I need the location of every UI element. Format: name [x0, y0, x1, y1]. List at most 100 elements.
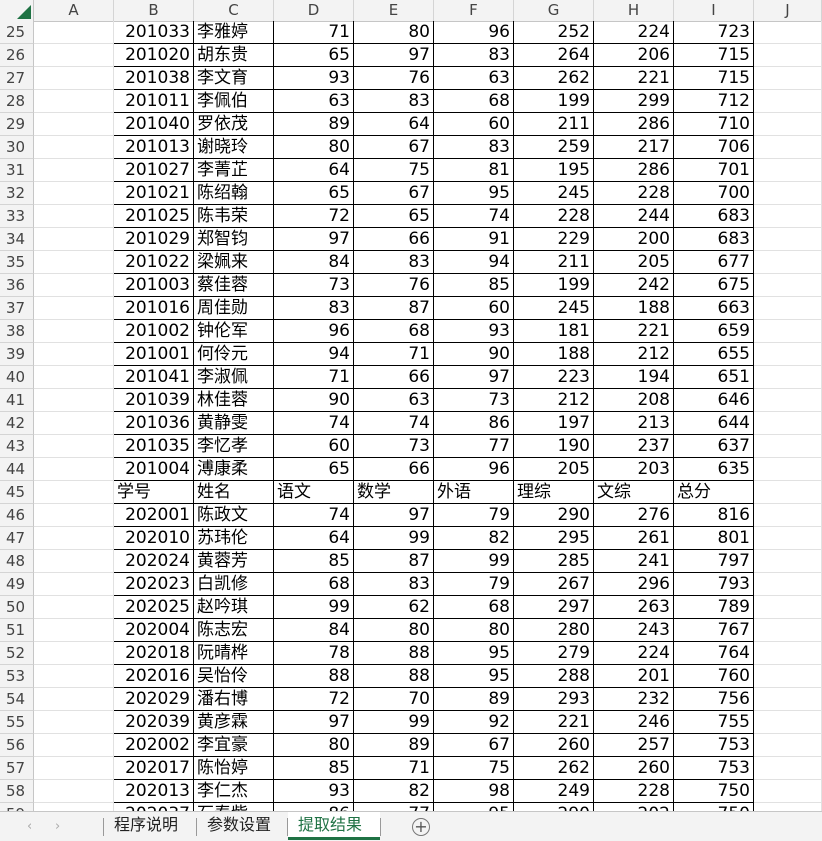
- cell-a[interactable]: [34, 136, 114, 159]
- cell-score[interactable]: 外语: [434, 481, 514, 504]
- cell-j[interactable]: [754, 159, 822, 182]
- cell-a[interactable]: [34, 90, 114, 113]
- cell-student-id[interactable]: 202002: [114, 734, 194, 757]
- row-number[interactable]: 37: [0, 297, 34, 320]
- cell-student-id[interactable]: 202016: [114, 665, 194, 688]
- cell-score[interactable]: 96: [434, 458, 514, 481]
- cell-score[interactable]: 212: [594, 343, 674, 366]
- cell-student-name[interactable]: 谢晓玲: [194, 136, 274, 159]
- cell-student-id[interactable]: 201027: [114, 159, 194, 182]
- cell-j[interactable]: [754, 711, 822, 734]
- cell-score[interactable]: 68: [354, 320, 434, 343]
- cell-score[interactable]: 83: [354, 251, 434, 274]
- cell-score[interactable]: 644: [674, 412, 754, 435]
- cell-student-name[interactable]: 赵吟琪: [194, 596, 274, 619]
- cell-score[interactable]: 95: [434, 665, 514, 688]
- cell-j[interactable]: [754, 642, 822, 665]
- cell-score[interactable]: 94: [274, 343, 354, 366]
- column-header-b[interactable]: B: [114, 0, 194, 21]
- cell-student-name[interactable]: 李雅婷: [194, 21, 274, 44]
- cell-student-id[interactable]: 202017: [114, 757, 194, 780]
- cell-score[interactable]: 199: [514, 274, 594, 297]
- cell-score[interactable]: 66: [354, 458, 434, 481]
- cell-student-name[interactable]: 陈政文: [194, 504, 274, 527]
- cell-score[interactable]: 68: [434, 90, 514, 113]
- cell-j[interactable]: [754, 389, 822, 412]
- row-number[interactable]: 57: [0, 757, 34, 780]
- cell-student-id[interactable]: 201021: [114, 182, 194, 205]
- cell-score[interactable]: 259: [514, 136, 594, 159]
- row-number[interactable]: 47: [0, 527, 34, 550]
- row-number[interactable]: 46: [0, 504, 34, 527]
- cell-score[interactable]: 84: [274, 251, 354, 274]
- cell-a[interactable]: [34, 44, 114, 67]
- row-number[interactable]: 40: [0, 366, 34, 389]
- row-number[interactable]: 50: [0, 596, 34, 619]
- cell-student-name[interactable]: 苏玮伦: [194, 527, 274, 550]
- cell-score[interactable]: 290: [514, 803, 594, 811]
- cell-score[interactable]: 87: [354, 550, 434, 573]
- cell-student-name[interactable]: 李淑佩: [194, 366, 274, 389]
- cell-score[interactable]: 288: [514, 665, 594, 688]
- cell-score[interactable]: 194: [594, 366, 674, 389]
- cell-a[interactable]: [34, 481, 114, 504]
- cell-j[interactable]: [754, 412, 822, 435]
- cell-score[interactable]: 706: [674, 136, 754, 159]
- cell-score[interactable]: 99: [434, 550, 514, 573]
- cell-score[interactable]: 221: [514, 711, 594, 734]
- cell-a[interactable]: [34, 435, 114, 458]
- cell-a[interactable]: [34, 688, 114, 711]
- cell-j[interactable]: [754, 343, 822, 366]
- cell-student-name[interactable]: 罗依茂: [194, 113, 274, 136]
- cell-score[interactable]: 261: [594, 527, 674, 550]
- cell-score[interactable]: 659: [674, 320, 754, 343]
- cell-score[interactable]: 理综: [514, 481, 594, 504]
- cell-score[interactable]: 793: [674, 573, 754, 596]
- cell-score[interactable]: 229: [514, 228, 594, 251]
- cell-a[interactable]: [34, 642, 114, 665]
- cell-score[interactable]: 299: [594, 90, 674, 113]
- cell-student-id[interactable]: 201022: [114, 251, 194, 274]
- cell-score[interactable]: 75: [434, 757, 514, 780]
- cell-score[interactable]: 712: [674, 90, 754, 113]
- cell-score[interactable]: 663: [674, 297, 754, 320]
- cell-score[interactable]: 228: [594, 780, 674, 803]
- cell-score[interactable]: 95: [434, 182, 514, 205]
- cell-score[interactable]: 243: [594, 619, 674, 642]
- cell-score[interactable]: 89: [354, 734, 434, 757]
- cell-score[interactable]: 202: [594, 803, 674, 811]
- cell-student-name[interactable]: 陈绍翰: [194, 182, 274, 205]
- cell-score[interactable]: 701: [674, 159, 754, 182]
- cell-score[interactable]: 246: [594, 711, 674, 734]
- cell-score[interactable]: 93: [434, 320, 514, 343]
- cell-score[interactable]: 86: [274, 803, 354, 811]
- cell-a[interactable]: [34, 412, 114, 435]
- cell-score[interactable]: 88: [354, 665, 434, 688]
- cell-score[interactable]: 651: [674, 366, 754, 389]
- cell-score[interactable]: 93: [274, 780, 354, 803]
- cell-score[interactable]: 92: [434, 711, 514, 734]
- cell-score[interactable]: 646: [674, 389, 754, 412]
- cell-j[interactable]: [754, 21, 822, 44]
- cell-score[interactable]: 60: [434, 113, 514, 136]
- cell-score[interactable]: 62: [354, 596, 434, 619]
- cell-score[interactable]: 637: [674, 435, 754, 458]
- column-header-g[interactable]: G: [514, 0, 594, 21]
- row-number[interactable]: 51: [0, 619, 34, 642]
- cell-score[interactable]: 252: [514, 21, 594, 44]
- row-number[interactable]: 32: [0, 182, 34, 205]
- row-number[interactable]: 38: [0, 320, 34, 343]
- cell-score[interactable]: 75: [354, 159, 434, 182]
- row-number[interactable]: 26: [0, 44, 34, 67]
- cell-j[interactable]: [754, 780, 822, 803]
- cell-score[interactable]: 99: [354, 527, 434, 550]
- cell-score[interactable]: 79: [434, 573, 514, 596]
- cell-j[interactable]: [754, 596, 822, 619]
- cell-score[interactable]: 65: [274, 182, 354, 205]
- cell-student-name[interactable]: 吴怡伶: [194, 665, 274, 688]
- cell-student-id[interactable]: 201039: [114, 389, 194, 412]
- cell-score[interactable]: 96: [274, 320, 354, 343]
- cell-score[interactable]: 73: [434, 389, 514, 412]
- cell-j[interactable]: [754, 527, 822, 550]
- column-header-d[interactable]: D: [274, 0, 354, 21]
